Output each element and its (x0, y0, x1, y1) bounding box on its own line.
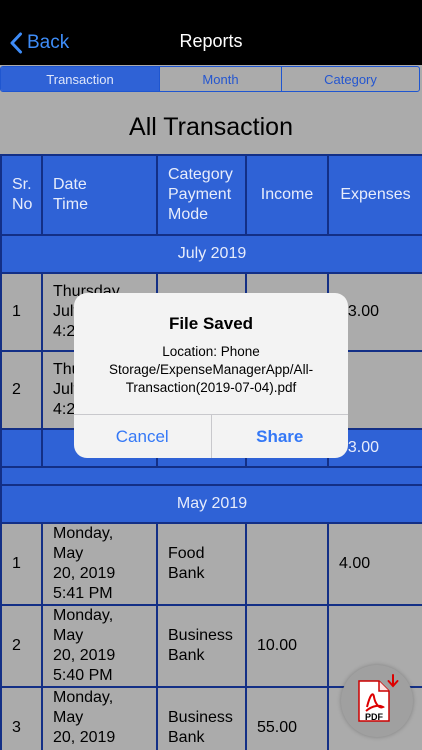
alert-title: File Saved (168, 314, 254, 333)
alert-button-bar: Cancel Share (74, 414, 348, 458)
alert-overlay: File Saved Location: Phone Storage/Expen… (0, 0, 422, 750)
file-saved-alert: File Saved Location: Phone Storage/Expen… (74, 293, 348, 458)
alert-message: Location: Phone Storage/ExpenseManagerAp… (108, 344, 314, 395)
cancel-button[interactable]: Cancel (74, 415, 211, 458)
share-button[interactable]: Share (210, 415, 349, 458)
